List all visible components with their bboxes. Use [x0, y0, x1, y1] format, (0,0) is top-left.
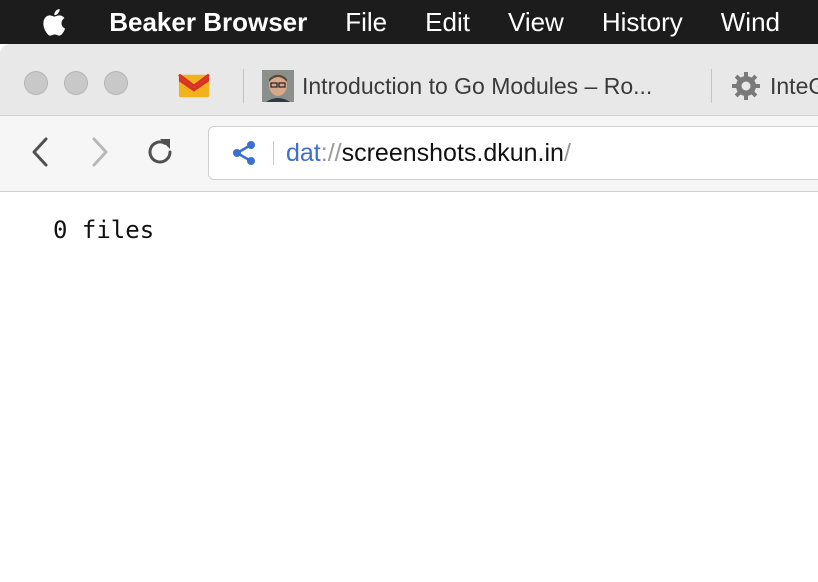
menu-bar: Beaker Browser File Edit View History Wi… [0, 0, 818, 44]
navigation-bar: dat :// screenshots.dkun.in / [0, 116, 818, 192]
tab-separator [243, 69, 244, 103]
minimize-window-button[interactable] [64, 71, 88, 95]
back-button[interactable] [20, 132, 60, 172]
address-separator [273, 141, 274, 165]
tab-go-modules[interactable]: Introduction to Go Modules – Ro... [262, 66, 702, 106]
avatar-icon [262, 70, 294, 102]
mail-icon [178, 70, 210, 102]
zoom-window-button[interactable] [104, 71, 128, 95]
reload-button[interactable] [140, 132, 180, 172]
menu-history[interactable]: History [602, 7, 683, 38]
url-host: screenshots.dkun.in [341, 138, 564, 167]
chevron-left-icon [32, 137, 48, 167]
menu-window[interactable]: Wind [721, 7, 780, 38]
tab-title: Introduction to Go Modules – Ro... [302, 72, 653, 99]
forward-button[interactable] [80, 132, 120, 172]
chevron-right-icon [92, 137, 108, 167]
file-count: 0 files [53, 216, 155, 244]
tab-pinned-mail[interactable] [178, 66, 218, 106]
address-bar[interactable]: dat :// screenshots.dkun.in / [208, 126, 818, 180]
gear-icon [730, 70, 762, 102]
close-window-button[interactable] [24, 71, 48, 95]
menu-view[interactable]: View [508, 7, 564, 38]
tab-settings[interactable]: InteG [730, 66, 818, 106]
url-scheme: dat [286, 138, 321, 167]
apple-icon[interactable] [40, 6, 69, 38]
page-content: 0 files [0, 192, 818, 582]
tab-title: InteG [770, 72, 818, 99]
menu-file[interactable]: File [345, 7, 387, 38]
url-scheme-separator: :// [320, 138, 342, 167]
share-icon[interactable] [231, 140, 257, 166]
url-trailing-slash: / [563, 138, 571, 167]
menu-app-name[interactable]: Beaker Browser [109, 7, 307, 38]
browser-window: Introduction to Go Modules – Ro... InteG… [0, 44, 818, 582]
tab-bar: Introduction to Go Modules – Ro... InteG [0, 44, 818, 116]
menu-edit[interactable]: Edit [425, 7, 470, 38]
tab-separator [711, 69, 712, 103]
reload-icon [148, 139, 172, 164]
